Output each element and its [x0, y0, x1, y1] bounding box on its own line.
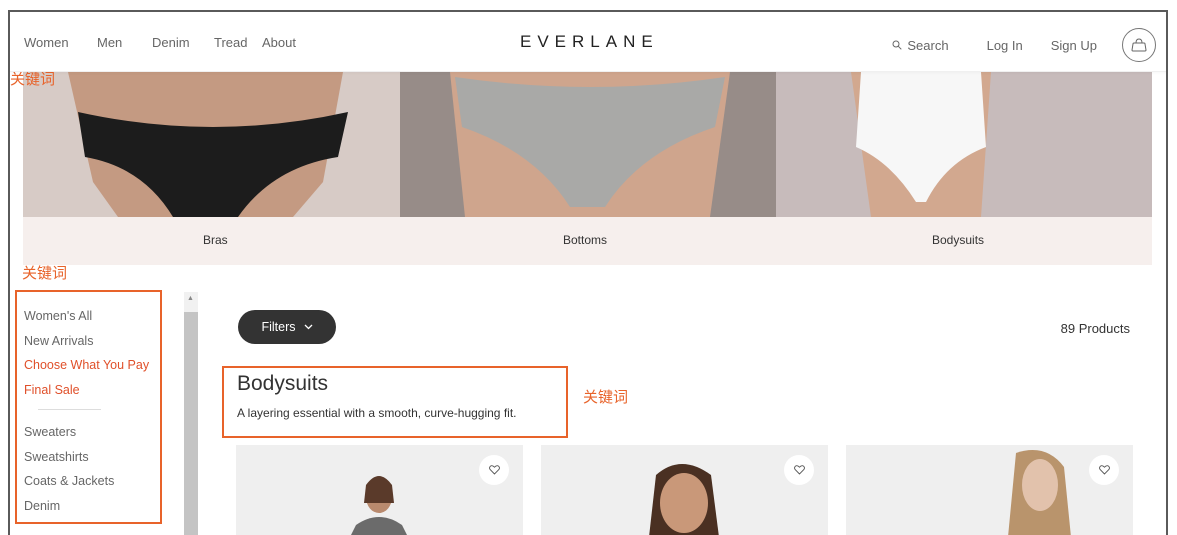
heart-icon	[793, 465, 805, 475]
bottoms-illustration	[400, 72, 776, 217]
annotation-box-sidebar	[15, 290, 162, 524]
bras-illustration	[23, 72, 400, 217]
wishlist-button[interactable]	[1089, 455, 1119, 485]
brand-logo[interactable]: EVERLANE	[520, 32, 659, 52]
category-bottoms[interactable]: Bottoms	[563, 233, 607, 247]
login-link[interactable]: Log In	[987, 38, 1023, 53]
product-image	[649, 464, 719, 535]
wishlist-button[interactable]	[784, 455, 814, 485]
product-card[interactable]	[541, 445, 828, 535]
filters-button[interactable]: Filters	[238, 310, 336, 344]
heart-icon	[1098, 465, 1110, 475]
search-button[interactable]: Search	[892, 37, 949, 53]
bras-image[interactable]	[23, 72, 400, 217]
browser-frame: Women Men Denim Tread About EVERLANE Sea…	[8, 10, 1168, 535]
cart-button[interactable]	[1122, 28, 1156, 62]
annotation-box-title	[222, 366, 568, 438]
wishlist-button[interactable]	[479, 455, 509, 485]
annotation-label-sidebar: 关键词	[22, 264, 68, 282]
top-cropped-caption	[0, 0, 1177, 10]
site-header: Women Men Denim Tread About EVERLANE Sea…	[10, 12, 1166, 72]
product-image	[1008, 450, 1071, 535]
nav-tread[interactable]: Tread	[214, 35, 262, 50]
category-labels: Bras Bottoms Bodysuits	[23, 217, 1152, 265]
heart-icon	[488, 465, 500, 475]
signup-link[interactable]: Sign Up	[1051, 38, 1097, 53]
search-icon	[892, 40, 903, 50]
bottoms-image[interactable]	[400, 72, 776, 217]
bag-icon	[1131, 38, 1147, 52]
category-hero: Bras Bottoms Bodysuits	[23, 72, 1152, 265]
nav-women[interactable]: Women	[24, 35, 97, 50]
category-bodysuits[interactable]: Bodysuits	[932, 233, 984, 247]
product-card[interactable]	[236, 445, 523, 535]
category-bras[interactable]: Bras	[203, 233, 228, 247]
chevron-down-icon	[304, 324, 312, 330]
filters-label: Filters	[261, 320, 296, 334]
product-image	[351, 476, 407, 535]
main-nav: Women Men Denim Tread About	[24, 35, 296, 50]
nav-about[interactable]: About	[262, 35, 296, 50]
annotation-label-title: 关键词	[583, 388, 629, 406]
search-label: Search	[907, 37, 949, 53]
product-card[interactable]	[846, 445, 1133, 535]
sidebar-scroll-thumb[interactable]	[184, 312, 198, 535]
header-actions: Search Log In Sign Up	[892, 28, 1156, 62]
nav-men[interactable]: Men	[97, 35, 152, 50]
bodysuits-illustration	[776, 72, 1152, 217]
bodysuits-image[interactable]	[776, 72, 1152, 217]
product-count: 89 Products	[1060, 321, 1130, 336]
scroll-up-icon[interactable]: ▲	[187, 295, 194, 302]
nav-denim[interactable]: Denim	[152, 35, 214, 50]
